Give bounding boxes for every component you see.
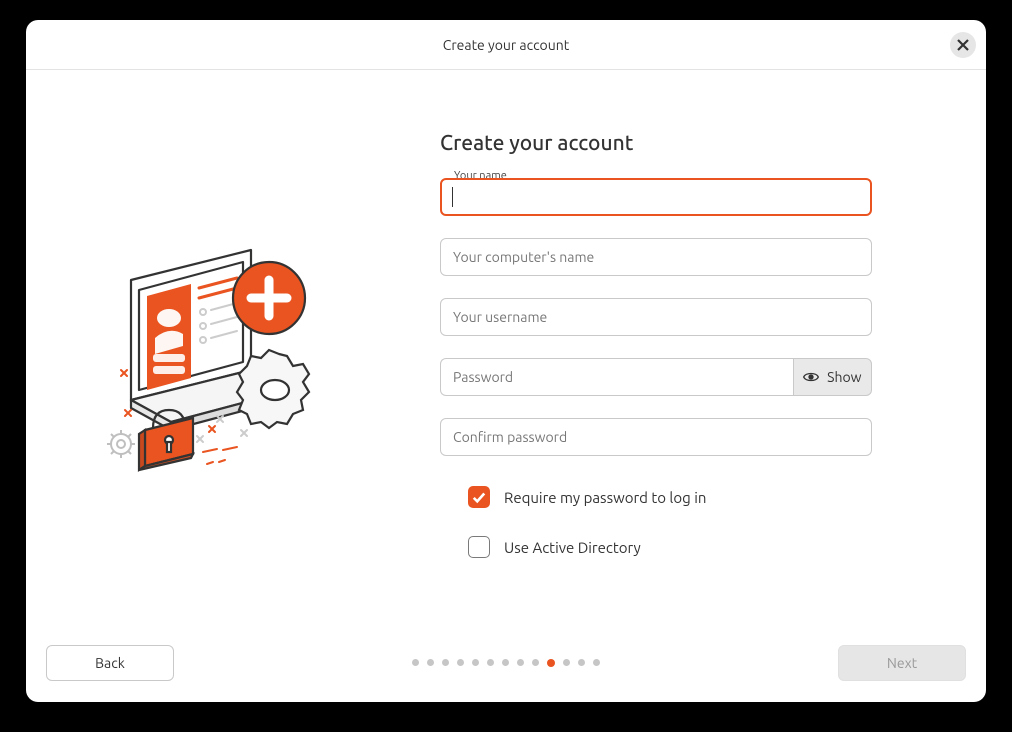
progress-dot xyxy=(457,659,464,666)
progress-dot xyxy=(442,659,449,666)
footer: Back Next xyxy=(26,638,986,702)
progress-dot xyxy=(487,659,494,666)
active-directory-checkbox[interactable] xyxy=(468,536,490,558)
computer-name-field-group xyxy=(440,238,872,276)
show-password-button[interactable]: Show xyxy=(793,358,872,396)
next-button-label: Next xyxy=(887,655,917,671)
titlebar: Create your account xyxy=(26,20,986,70)
progress-dot xyxy=(502,659,509,666)
next-button[interactable]: Next xyxy=(838,645,966,681)
content-area: Create your account Your name xyxy=(26,70,986,702)
show-password-label: Show xyxy=(827,369,861,385)
name-input[interactable] xyxy=(440,178,872,216)
illustration xyxy=(26,130,436,702)
confirm-password-input[interactable] xyxy=(440,418,872,456)
progress-dots xyxy=(412,659,600,667)
progress-dot xyxy=(427,659,434,666)
installer-window: Create your account xyxy=(26,20,986,702)
username-field-group xyxy=(440,298,872,336)
text-cursor xyxy=(452,187,453,207)
require-password-label: Require my password to log in xyxy=(504,489,706,506)
password-input[interactable] xyxy=(440,358,793,396)
titlebar-title: Create your account xyxy=(443,37,569,53)
progress-dot xyxy=(472,659,479,666)
progress-dot xyxy=(578,659,585,666)
password-field-group: Show xyxy=(440,358,872,396)
require-password-row[interactable]: Require my password to log in xyxy=(440,486,872,508)
back-button[interactable]: Back xyxy=(46,645,174,681)
confirm-password-field-group xyxy=(440,418,872,456)
name-field-group: Your name xyxy=(440,178,872,216)
progress-dot xyxy=(593,659,600,666)
progress-dot xyxy=(532,659,539,666)
form-area: Create your account Your name xyxy=(436,130,986,702)
require-password-checkbox[interactable] xyxy=(468,486,490,508)
check-icon xyxy=(472,490,486,504)
progress-dot xyxy=(517,659,524,666)
progress-dot xyxy=(412,659,419,666)
close-button[interactable] xyxy=(950,32,976,58)
page-heading: Create your account xyxy=(440,130,872,154)
username-input[interactable] xyxy=(440,298,872,336)
eye-icon xyxy=(803,369,819,385)
back-button-label: Back xyxy=(95,655,125,671)
active-directory-label: Use Active Directory xyxy=(504,539,641,556)
close-icon xyxy=(957,39,969,51)
progress-dot xyxy=(547,659,555,667)
progress-dot xyxy=(563,659,570,666)
account-illustration-icon xyxy=(91,240,371,500)
active-directory-row[interactable]: Use Active Directory xyxy=(440,536,872,558)
computer-name-input[interactable] xyxy=(440,238,872,276)
